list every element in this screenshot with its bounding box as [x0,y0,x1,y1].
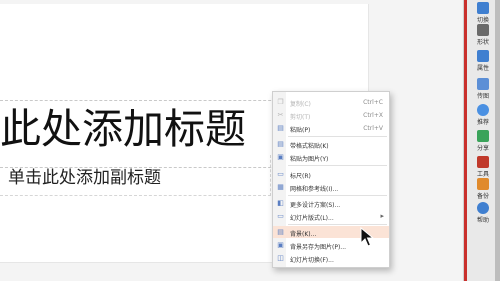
backup-icon [477,178,489,190]
menu-item-slide-layout[interactable]: ▭ 幻灯片版式(L)... ▸ [273,210,389,222]
mouse-cursor-icon [360,227,375,247]
menu-item-shortcut: Ctrl+X [363,112,383,119]
right-task-pane: 切换 形状 属性 传图 推荐 分享 工具 备份 帮助 [463,0,500,281]
share-icon [477,130,489,142]
menu-item-grid-guides[interactable]: ▦ 网格和参考线(I)... [273,181,389,194]
menu-separator [288,195,387,196]
menu-item-label: 背景另存为图片(P)... [290,244,347,251]
panel-button-switch[interactable]: 切换 [472,2,494,24]
panel-button-label: 帮助 [476,217,489,224]
save-background-icon: ▣ [277,241,284,249]
menu-item-label: 带格式粘贴(K) [290,143,329,150]
panel-button-share[interactable]: 分享 [472,130,494,152]
slide-title[interactable]: 此处添加标题 [0,104,246,154]
tools-icon [477,156,489,168]
menu-item-label: 粘贴(P) [290,127,311,134]
property-icon [477,50,489,62]
transition-icon: ◫ [277,254,284,262]
slide-subtitle[interactable]: 单击此处添加副标题 [8,163,161,188]
menu-item-label: 背景(K)... [290,231,317,238]
menu-item-paste[interactable]: ▤ 粘贴(P) Ctrl+V [273,122,389,135]
menu-separator [288,136,387,137]
paste-icon: ▤ [277,124,284,132]
menu-item-label: 幻灯片版式(L)... [290,215,334,222]
menu-item-slide-transition[interactable]: ◫ 幻灯片切换(F)... [273,252,389,265]
menu-item-label: 幻灯片切换(F)... [290,257,334,264]
recommend-icon [477,104,489,116]
ruler-icon: ▭ [277,170,284,178]
menu-item-label: 更多设计方案(S)... [290,202,341,209]
submenu-arrow-icon: ▸ [380,212,384,220]
menu-item-label: 网格和参考线(I)... [290,186,339,193]
panel-button-backup[interactable]: 备份 [472,178,494,200]
panel-button-upload-image[interactable]: 传图 [472,78,494,100]
paste-format-icon: ▤ [277,140,284,148]
panel-button-property[interactable]: 属性 [472,50,494,72]
panel-button-label: 推荐 [476,119,489,126]
menu-item-label: 标尺(R) [290,173,311,180]
panel-button-label: 属性 [476,65,489,72]
pane-scrollbar[interactable] [495,0,500,281]
menu-item-copy[interactable]: ❐ 复制(C) Ctrl+C [273,96,389,109]
panel-button-label: 传图 [476,93,489,100]
menu-item-more-designs[interactable]: ◧ 更多设计方案(S)... [273,197,389,210]
design-icon: ◧ [277,199,284,207]
menu-item-label: 粘贴为图片(Y) [290,156,329,163]
paste-image-icon: ▣ [277,153,284,161]
pane-edge [464,0,467,281]
panel-button-label: 工具 [476,171,489,178]
background-icon: ▤ [277,228,284,236]
cut-icon: ✂ [277,111,284,119]
panel-button-label: 切换 [476,17,489,24]
menu-item-shortcut: Ctrl+V [363,125,383,132]
layout-icon: ▭ [277,212,284,220]
switch-icon [477,2,489,14]
panel-button-label: 备份 [476,193,489,200]
menu-separator [288,165,387,166]
shape-icon [477,24,489,36]
help-icon [477,202,489,214]
upload-image-icon [477,78,489,90]
panel-button-label: 分享 [476,145,489,152]
menu-item-label: 复制(C) [290,101,311,108]
menu-item-ruler[interactable]: ▭ 标尺(R) [273,168,389,181]
panel-button-recommend[interactable]: 推荐 [472,104,494,126]
copy-icon: ❐ [277,98,284,106]
menu-item-paste-as-image[interactable]: ▣ 粘贴为图片(Y) [273,151,389,164]
slide-canvas: 此处添加标题 单击此处添加副标题 [0,0,462,281]
menu-item-paste-with-format[interactable]: ▤ 带格式粘贴(K) [273,138,389,151]
panel-button-shape[interactable]: 形状 [472,24,494,46]
menu-separator [288,224,387,225]
panel-button-help[interactable]: 帮助 [472,202,494,224]
panel-button-tools[interactable]: 工具 [472,156,494,178]
panel-button-label: 形状 [476,39,489,46]
menu-item-label: 剪切(T) [290,114,311,121]
grid-icon: ▦ [277,183,284,191]
menu-item-cut[interactable]: ✂ 剪切(T) Ctrl+X [273,109,389,122]
menu-item-shortcut: Ctrl+C [363,99,383,106]
